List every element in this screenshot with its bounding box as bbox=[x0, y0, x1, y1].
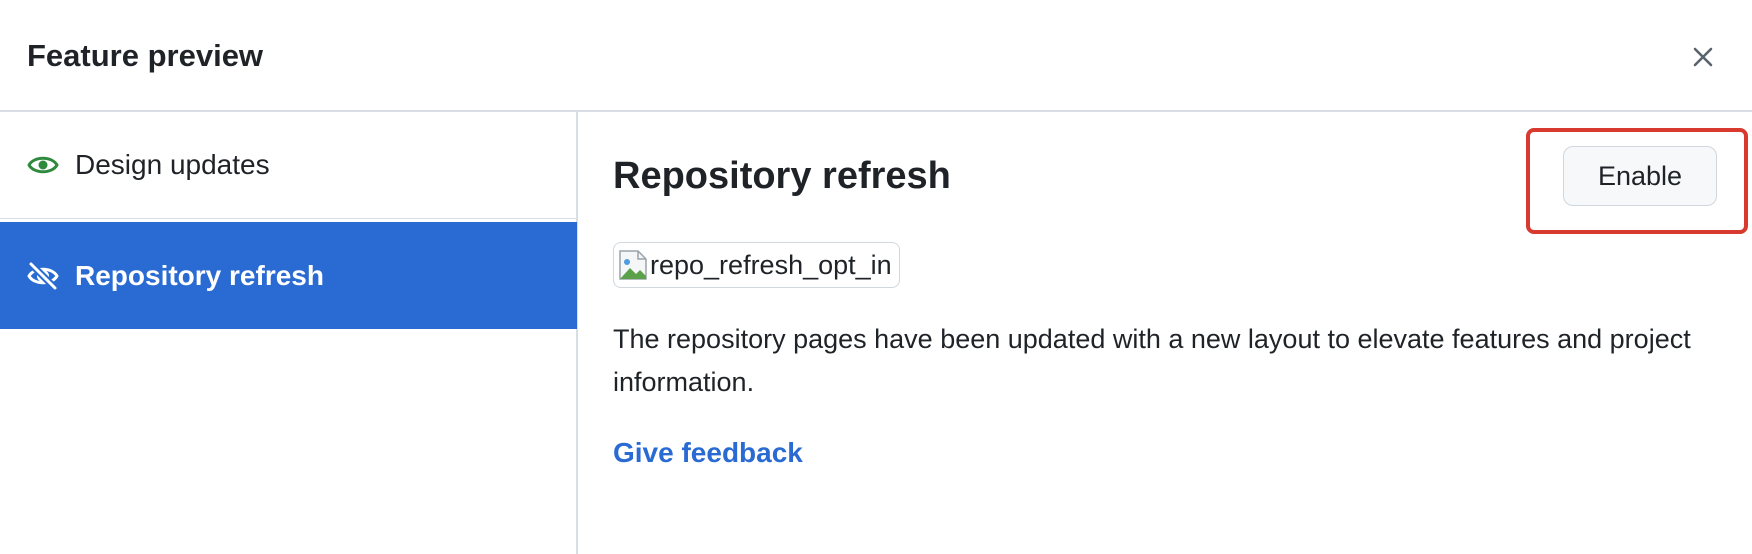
sidebar-item-design-updates[interactable]: Design updates bbox=[0, 112, 577, 219]
image-alt-text: repo_refresh_opt_in bbox=[650, 250, 892, 280]
sidebar-item-repository-refresh[interactable]: Repository refresh bbox=[0, 222, 577, 329]
feature-detail-panel: Repository refresh Enable repo_refresh_o… bbox=[578, 112, 1752, 554]
give-feedback-link[interactable]: Give feedback bbox=[613, 435, 803, 471]
feature-description: The repository pages have been updated w… bbox=[613, 324, 1691, 397]
enable-button[interactable]: Enable bbox=[1563, 146, 1717, 206]
feature-preview-image: repo_refresh_opt_in bbox=[613, 242, 900, 288]
broken-image-icon bbox=[619, 250, 647, 280]
sidebar-item-label: Repository refresh bbox=[75, 259, 324, 291]
eye-icon bbox=[26, 148, 60, 182]
dialog-title: Feature preview bbox=[27, 38, 264, 73]
feature-preview-dialog: Feature preview Design updates Repositor… bbox=[0, 0, 1752, 554]
feature-sidebar: Design updates Repository refresh bbox=[0, 112, 578, 554]
sidebar-item-label: Design updates bbox=[75, 149, 270, 180]
feature-title: Repository refresh bbox=[613, 155, 951, 197]
close-button[interactable] bbox=[1682, 36, 1724, 78]
dialog-header: Feature preview bbox=[0, 0, 1752, 112]
eye-closed-icon bbox=[26, 259, 60, 293]
close-icon bbox=[1693, 47, 1713, 67]
